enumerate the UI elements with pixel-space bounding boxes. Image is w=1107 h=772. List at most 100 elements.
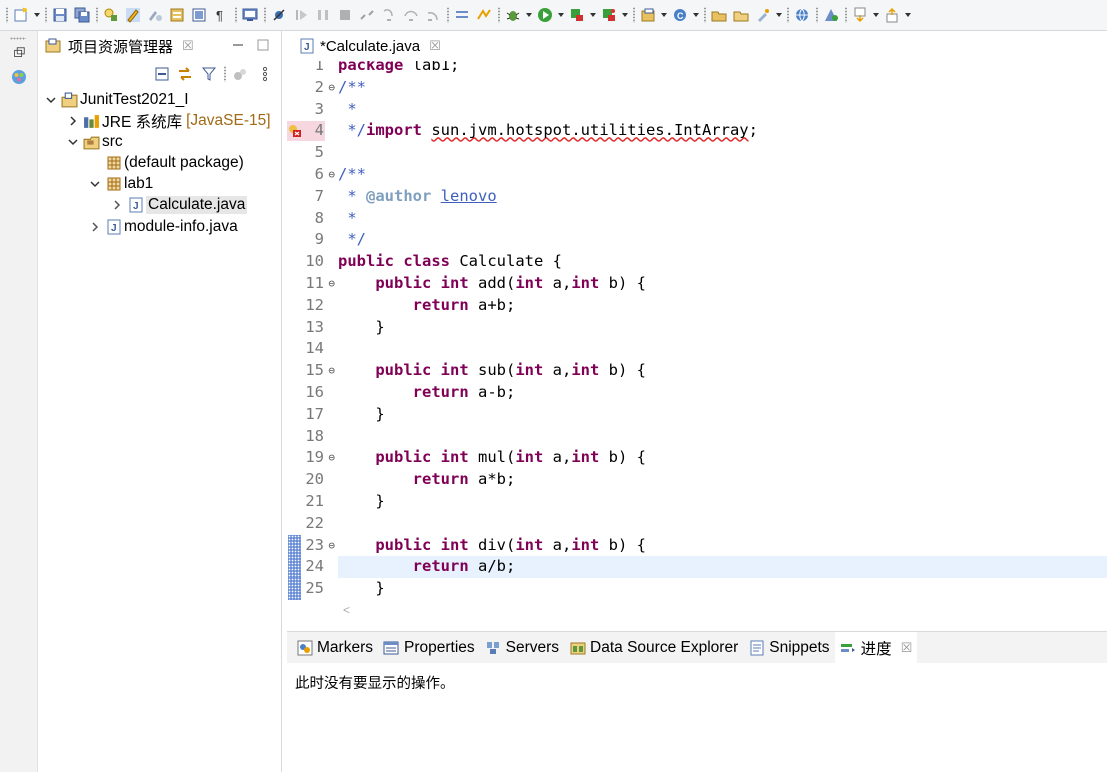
toggle-mark-icon[interactable]	[145, 5, 165, 25]
code-line[interactable]: 14	[287, 338, 1107, 360]
disconnect-icon[interactable]	[357, 5, 377, 25]
line-gutter[interactable]: 12	[287, 295, 337, 317]
code-area[interactable]: 1 package lab1; 2 ⊖/** 3 * 4 */import sun.jvm…	[287, 61, 1107, 601]
resume-icon[interactable]	[291, 5, 311, 25]
coverage-dropdown-icon[interactable]	[589, 5, 597, 25]
search-icon[interactable]	[753, 5, 773, 25]
fold-toggle-icon[interactable]: ⊖	[328, 447, 335, 469]
code-text[interactable]	[338, 426, 1107, 448]
run-dropdown-icon[interactable]	[557, 5, 565, 25]
fold-toggle-icon[interactable]: ⊖	[328, 77, 335, 99]
line-gutter[interactable]: 20	[287, 469, 337, 491]
tree-item-project[interactable]: JunitTest2021_I	[45, 89, 189, 111]
code-line[interactable]: 16 return a-b;	[287, 382, 1107, 404]
code-line[interactable]: 1 package lab1;	[287, 61, 1107, 77]
code-text[interactable]: */	[338, 229, 1107, 251]
open-task-icon[interactable]	[731, 5, 751, 25]
line-gutter[interactable]: 10	[287, 251, 337, 273]
line-gutter[interactable]: 4	[287, 120, 337, 142]
fold-toggle-icon[interactable]: ⊖	[328, 535, 335, 557]
previous-annotation-dropdown-icon[interactable]	[904, 5, 912, 25]
debug-icon[interactable]	[503, 5, 523, 25]
line-gutter[interactable]: 9	[287, 229, 337, 251]
new-java-package-dropdown-icon[interactable]	[692, 5, 700, 25]
use-step-filters-icon[interactable]	[474, 5, 494, 25]
line-gutter[interactable]: 21	[287, 491, 337, 513]
open-perspective-icon[interactable]	[821, 5, 841, 25]
new-dropdown-icon[interactable]	[33, 5, 41, 25]
code-line[interactable]: 4 */import sun.jvm.hotspot.utilities.Int…	[287, 120, 1107, 142]
collapse-all-icon[interactable]	[152, 64, 172, 84]
step-into-icon[interactable]	[379, 5, 399, 25]
toggle-highlight-icon[interactable]	[123, 5, 143, 25]
editor-tab-calculate[interactable]: J *Calculate.java ☒	[292, 31, 447, 61]
code-text[interactable]	[338, 338, 1107, 360]
fold-toggle-icon[interactable]: ⊖	[328, 273, 335, 295]
code-text[interactable]: return a*b;	[338, 469, 1107, 491]
code-line[interactable]: 12 return a+b;	[287, 295, 1107, 317]
code-line[interactable]: 15 ⊖ public int sub(int a,int b) {	[287, 360, 1107, 382]
line-gutter[interactable]: 23 ⊖	[287, 534, 337, 557]
trim-grip[interactable]	[10, 37, 26, 40]
code-text[interactable]: }	[338, 404, 1107, 426]
view-menu-icon[interactable]	[255, 64, 275, 84]
collapsed-chevron-icon[interactable]	[67, 115, 79, 127]
code-line[interactable]: 10 public class Calculate {	[287, 251, 1107, 273]
tab-data-source-explorer[interactable]: Data Source Explorer	[564, 632, 743, 663]
drop-to-frame-icon[interactable]	[452, 5, 472, 25]
search-dropdown-icon[interactable]	[775, 5, 783, 25]
code-text[interactable]: return a+b;	[338, 295, 1107, 317]
tree-item-lab1[interactable]: lab1	[89, 173, 153, 195]
code-text[interactable]: }	[338, 317, 1107, 339]
code-line[interactable]: 13 }	[287, 317, 1107, 339]
code-text[interactable]: public class Calculate {	[338, 251, 1107, 273]
minimize-icon[interactable]	[231, 38, 245, 52]
code-line[interactable]: 5	[287, 142, 1107, 164]
code-line[interactable]: 23 ⊖ public int div(int a,int b) {	[287, 534, 1107, 557]
external-run-dropdown-icon[interactable]	[621, 5, 629, 25]
link-with-editor-icon[interactable]	[175, 64, 195, 84]
previous-annotation-icon[interactable]	[882, 5, 902, 25]
collapsed-chevron-icon[interactable]	[111, 199, 123, 211]
focus-on-task-icon[interactable]	[230, 64, 250, 84]
code-line[interactable]: 17 }	[287, 404, 1107, 426]
code-text[interactable]: /**	[338, 164, 1107, 186]
code-text[interactable]: *	[338, 208, 1107, 230]
code-line[interactable]: 22	[287, 513, 1107, 535]
code-line[interactable]: 18	[287, 426, 1107, 448]
tree-item-module-info[interactable]: J module-info.java	[89, 216, 238, 238]
external-tools-icon[interactable]	[167, 5, 187, 25]
toolbar-grip[interactable]	[4, 5, 9, 25]
code-text[interactable]: public int div(int a,int b) {	[338, 535, 1107, 557]
line-gutter[interactable]: 19 ⊖	[287, 447, 337, 469]
tab-markers[interactable]: Markers	[291, 632, 378, 663]
coverage-icon[interactable]	[567, 5, 587, 25]
line-gutter[interactable]: 5	[287, 142, 337, 164]
code-line[interactable]: 11 ⊖ public int add(int a,int b) {	[287, 273, 1107, 295]
console-icon[interactable]	[240, 5, 260, 25]
code-text[interactable]	[338, 142, 1107, 164]
code-text[interactable]: }	[338, 491, 1107, 513]
save-all-icon[interactable]	[72, 5, 92, 25]
code-line[interactable]: 6 ⊖/**	[287, 164, 1107, 186]
code-line[interactable]: 21 }	[287, 491, 1107, 513]
new-icon[interactable]	[11, 5, 31, 25]
project-explorer-tab[interactable]: 项目资源管理器 ☒	[39, 31, 281, 61]
code-line[interactable]: 20 return a*b;	[287, 469, 1107, 491]
outline-icon[interactable]	[9, 67, 29, 87]
new-java-package-icon[interactable]: C	[670, 5, 690, 25]
tree-item-calculate-java[interactable]: J Calculate.java	[111, 194, 248, 216]
line-gutter[interactable]: 8	[287, 208, 337, 230]
close-icon[interactable]: ☒	[182, 38, 194, 54]
code-line[interactable]: 9 */	[287, 229, 1107, 251]
code-line[interactable]: 24 return a/b;	[287, 556, 1107, 579]
line-gutter[interactable]: 16	[287, 382, 337, 404]
code-text[interactable]: * @author lenovo	[338, 186, 1107, 208]
next-annotation-icon[interactable]	[850, 5, 870, 25]
horizontal-scrollbar[interactable]: <	[337, 601, 1107, 619]
collapsed-chevron-icon[interactable]	[89, 221, 101, 233]
tab-snippets[interactable]: Snippets	[743, 632, 834, 663]
code-text[interactable]: public int mul(int a,int b) {	[338, 447, 1107, 469]
code-line[interactable]: 25 }	[287, 578, 1107, 600]
line-gutter[interactable]: 22	[287, 513, 337, 535]
